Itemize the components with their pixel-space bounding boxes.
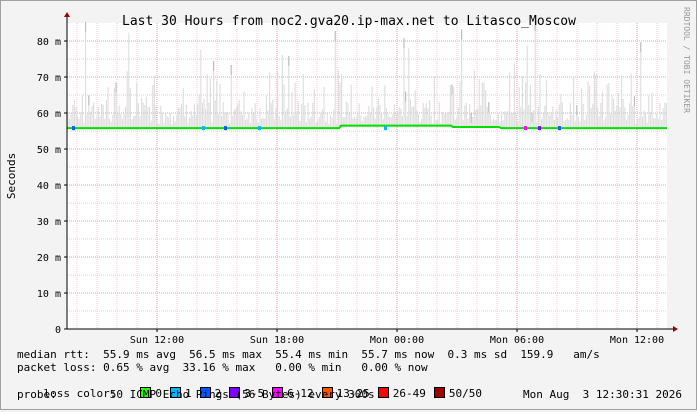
y-tick-label: 80 m bbox=[37, 37, 61, 48]
median-rtt-line: median rtt: 55.9 ms avg 56.5 ms max 55.4… bbox=[17, 348, 600, 361]
loss-mark bbox=[538, 126, 541, 131]
y-tick-label: 40 m bbox=[37, 181, 61, 192]
y-tick-label: 10 m bbox=[37, 289, 61, 300]
loss-color-swatch bbox=[433, 387, 445, 398]
loss-mark bbox=[524, 126, 527, 131]
y-tick-label: 50 m bbox=[37, 145, 61, 156]
y-axis-arrow bbox=[64, 12, 70, 17]
y-tick-label: 60 m bbox=[37, 109, 61, 120]
y-tick-label: 70 m bbox=[37, 73, 61, 84]
y-tick-label: 20 m bbox=[37, 253, 61, 264]
x-tick-label: Mon 06:00 bbox=[490, 335, 544, 346]
loss-mark bbox=[258, 126, 261, 131]
loss-color-item: 50/50 bbox=[433, 387, 482, 400]
x-tick-label: Sun 18:00 bbox=[250, 335, 304, 346]
loss-mark bbox=[202, 126, 205, 131]
loss-color-range: 26-49 bbox=[392, 387, 426, 400]
loss-mark bbox=[384, 126, 387, 131]
y-tick-label: 0 bbox=[55, 325, 61, 336]
rrdtool-credit: RRDTOOL / TOBI OETIKER bbox=[682, 7, 691, 113]
loss-mark bbox=[558, 126, 561, 131]
loss-color-range: 50/50 bbox=[448, 387, 482, 400]
loss-color-item: 26-49 bbox=[377, 387, 426, 400]
graph-frame: 0 10 m 20 m 30 m 40 m 50 m 60 m 70 m 80 m Sun 12:… bbox=[0, 0, 697, 410]
loss-mark bbox=[224, 126, 227, 131]
probe-line: probe: 50 ICMP Echo Pings (56 Bytes) eve… bbox=[17, 388, 375, 401]
y-tick-label: 30 m bbox=[37, 217, 61, 228]
loss-color-swatch bbox=[377, 387, 389, 398]
timestamp: Mon Aug 3 12:30:31 2026 bbox=[523, 388, 682, 401]
chart-title: Last 30 Hours from noc2.gva20.ip-max.net… bbox=[122, 14, 576, 29]
x-tick-label: Sun 12:00 bbox=[130, 335, 184, 346]
x-axis-arrow bbox=[673, 326, 678, 332]
x-tick-label: Mon 00:00 bbox=[370, 335, 424, 346]
y-axis-label: Seconds bbox=[5, 153, 18, 199]
x-tick-label: Mon 12:00 bbox=[610, 335, 664, 346]
loss-mark bbox=[72, 126, 75, 131]
packet-loss-line: packet loss: 0.65 % avg 33.16 % max 0.00… bbox=[17, 361, 428, 374]
